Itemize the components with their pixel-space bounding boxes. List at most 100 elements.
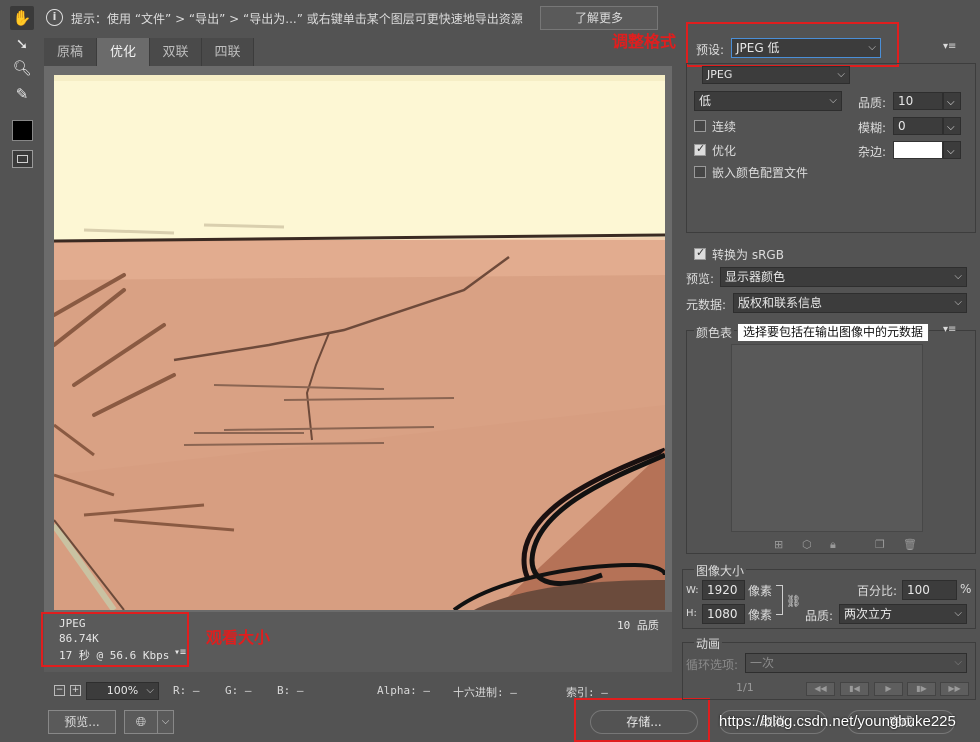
width-input[interactable]: 1920 [702,580,745,600]
link-icon[interactable]: ⛓︎ [786,594,801,608]
width-unit: 像素 [748,584,773,598]
tab-original[interactable]: 原稿 [44,38,97,67]
optimized-label: 优化 [712,144,737,158]
blur-label: 模糊: [858,121,887,135]
image-preview[interactable] [54,75,665,610]
preview-select[interactable]: 显示器颜色 ⌵ [720,267,967,287]
loop-options-label: 循环选项: [686,658,739,672]
browser-preview-icon: 🌐︎ [135,715,147,730]
metadata-tooltip: 选择要包括在输出图像中的元数据 [737,323,930,342]
web-safe-cube-icon[interactable]: ⬡ [802,538,812,551]
last-frame-button[interactable]: ▶▶ [940,682,969,696]
width-label: W: [686,585,699,596]
frame-counter: 1/1 [736,681,754,694]
eyedropper-color-swatch[interactable] [12,120,33,141]
trash-icon[interactable]: 🗑︎ [903,538,917,551]
matte-label: 杂边: [858,145,887,159]
annotation-box-view-size [41,612,189,667]
lock-icon[interactable]: 🔒︎ [830,538,836,552]
format-select[interactable]: JPEG ⌵ [702,66,850,84]
chevron-down-icon: ⌵ [868,42,876,53]
status-r: R: — [173,684,200,697]
info-quality: 10 品质 [617,619,659,632]
percent-unit: % [960,582,972,596]
annotation-view-size: 观看大小 [206,628,271,647]
embed-profile-label: 嵌入颜色配置文件 [712,166,809,180]
progressive-label: 连续 [712,120,737,134]
chevron-down-icon: ⌵ [829,95,837,106]
hand-tool-icon[interactable]: ✋ [10,6,34,30]
constrain-bracket [776,585,783,615]
color-table-menu-icon[interactable]: ▾≡ [943,324,956,335]
zoom-select[interactable]: 100% ⌵ [86,682,159,700]
blur-stepper[interactable]: ⌵ [943,117,961,135]
status-alpha: Alpha: — [377,684,430,697]
height-label: H: [686,608,697,619]
zoom-tool-icon[interactable]: 🔍︎ [10,56,34,80]
preset-select[interactable]: JPEG 低 ⌵ [731,38,881,58]
percent-label: 百分比: [857,584,898,598]
settings-menu-icon[interactable]: ▾≡ [943,41,956,52]
chevron-down-icon: ⌵ [947,97,955,108]
status-b: B: — [277,684,304,697]
status-index: 索引: — [566,686,608,699]
play-button[interactable]: ▶ [874,682,903,696]
progressive-checkbox[interactable] [694,120,706,132]
optimized-checkbox[interactable] [694,142,706,156]
metadata-label: 元数据: [686,298,727,312]
embed-profile-checkbox[interactable] [694,166,706,178]
matte-select[interactable]: ⌵ [943,141,961,159]
chevron-down-icon: ⌵ [954,657,962,668]
metadata-select[interactable]: 版权和联系信息 ⌵ [733,293,967,313]
annotation-adjust-format: 调整格式 [612,32,677,51]
quality-label: 品质: [858,96,887,110]
preview-label: 预览: [686,272,715,286]
preview-button[interactable]: 预览... [48,710,116,734]
chevron-down-icon: ⌵ [954,297,962,308]
chevron-down-icon: ⌵ [837,69,845,80]
slice-select-tool-icon[interactable]: ➘ [10,32,34,56]
info-icon: i [46,9,63,26]
chevron-down-icon: ⌵ [161,716,170,727]
quality-input[interactable]: 10 [893,92,943,110]
resample-quality-label: 品质: [805,609,834,623]
quality-level-select[interactable]: 低 ⌵ [694,91,842,111]
browser-preview-button[interactable]: 🌐︎ [124,710,158,734]
convert-srgb-checkbox[interactable] [694,246,706,260]
browser-select-button[interactable]: ⌵ [157,710,174,734]
image-size-title: 图像大小 [694,562,747,579]
animation-title: 动画 [694,635,723,652]
color-table-area[interactable] [731,344,923,532]
chevron-down-icon: ⌵ [954,608,962,619]
eyedropper-tool-icon[interactable]: ✎ [10,82,34,106]
first-frame-button[interactable]: ◀◀ [806,682,835,696]
watermark-text: https://blog.csdn.net/youngbuke225 [719,713,956,730]
tab-4-up[interactable]: 四联 [202,38,254,67]
tab-2-up[interactable]: 双联 [150,38,202,67]
chevron-down-icon: ⌵ [947,146,955,157]
save-button[interactable]: 存储... [590,710,698,734]
prev-frame-button[interactable]: ▮◀ [840,682,869,696]
quality-stepper[interactable]: ⌵ [943,92,961,110]
chevron-down-icon: ⌵ [947,122,955,133]
learn-more-button[interactable]: 了解更多 [540,6,658,30]
color-table-label: 颜色表 [694,324,735,341]
loop-options-select[interactable]: 一次 ⌵ [745,653,967,673]
convert-srgb-label: 转换为 sRGB [712,248,784,262]
next-frame-button[interactable]: ▮▶ [907,682,936,696]
blur-input[interactable]: 0 [893,117,943,135]
cartoon-image [54,75,665,610]
status-hex: 十六进制: — [453,686,517,699]
zoom-in-button[interactable]: + [70,685,81,696]
percent-input[interactable]: 100 [902,580,957,600]
height-input[interactable]: 1080 [702,604,745,624]
new-color-icon[interactable]: ❐ [875,538,885,551]
matte-color-swatch[interactable] [893,141,943,159]
toggle-slices-visibility-icon[interactable] [12,150,33,168]
preset-label: 预设: [696,43,725,57]
zoom-out-button[interactable]: − [54,685,65,696]
web-snap-icon[interactable]: ⊞ [774,538,783,551]
tab-optimized[interactable]: 优化 [97,38,150,67]
resample-quality-select[interactable]: 两次立方 ⌵ [839,604,967,624]
status-g: G: — [225,684,252,697]
